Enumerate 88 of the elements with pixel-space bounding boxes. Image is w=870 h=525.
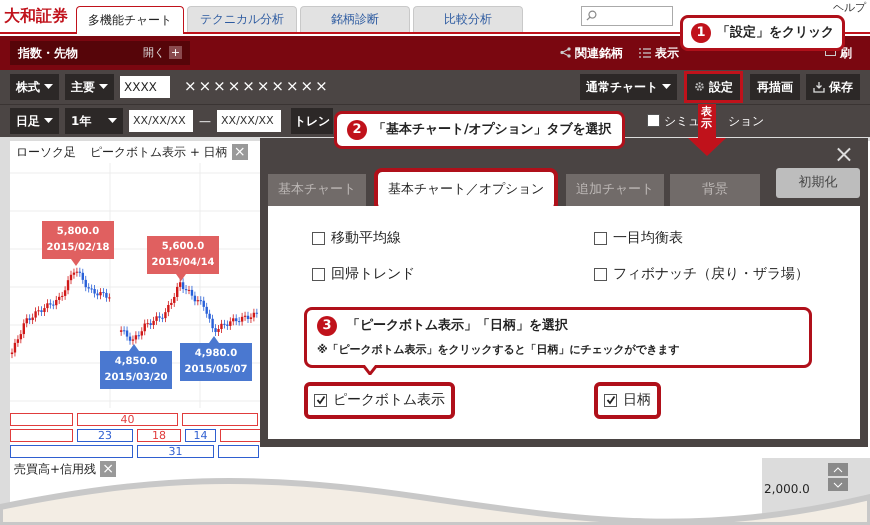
simulation-label: ション	[728, 112, 764, 130]
chevron-down-icon	[833, 482, 843, 488]
nav-link[interactable]: 表示	[655, 44, 679, 62]
start-date-field[interactable]: XX/XX/XX	[129, 110, 193, 132]
index-dropdown[interactable]: 主要	[65, 74, 114, 100]
option-label: 日柄	[623, 390, 651, 410]
caret-icon	[108, 118, 117, 124]
checkbox[interactable]	[647, 114, 660, 128]
index-futures-panel[interactable]: 指数・先物 開く +	[10, 40, 190, 65]
callout-note: ※「ピークボトム表示」をクリックすると「日柄」にチェックができます	[317, 342, 681, 358]
list-icon	[639, 48, 651, 58]
caret-icon	[662, 84, 671, 90]
bottom-label: 4,980.0 2015/05/07	[180, 343, 252, 382]
pointer-icon	[176, 274, 186, 282]
overlay-label: ピークボトム表示 + 日柄	[90, 144, 228, 162]
panel-label: 指数・先物	[18, 44, 78, 62]
pointer-icon	[129, 344, 139, 352]
help-link[interactable]: ヘルプ	[833, 1, 866, 14]
option-label: ピークボトム表示	[333, 390, 445, 410]
axis-value: 2,000.0	[764, 481, 810, 498]
checkbox[interactable]	[594, 232, 607, 245]
save-button[interactable]: 保存	[806, 74, 860, 100]
scroll-down-button[interactable]	[828, 478, 848, 492]
option-label: 移動平均線	[331, 229, 401, 248]
code-field[interactable]: XXXX	[120, 76, 170, 98]
step-number-icon: 2	[347, 120, 367, 140]
scroll-up-button[interactable]	[828, 463, 848, 476]
tab[interactable]: 銘柄診断	[300, 6, 410, 32]
search-icon	[586, 10, 597, 22]
peak-label: 5,600.0 2015/04/14	[147, 236, 219, 274]
bottom-label: 4,850.0 2015/03/20	[100, 351, 172, 390]
redraw-button[interactable]: 再描画	[750, 74, 800, 100]
search-field[interactable]	[581, 6, 673, 26]
arrow-label: 表示	[701, 106, 712, 130]
day-count-cell: 23	[77, 429, 133, 442]
date-separator: —	[199, 112, 211, 130]
checkbox[interactable]	[314, 394, 327, 406]
day-count-cell: 18	[137, 429, 181, 442]
step-number-icon: 1	[691, 23, 711, 43]
pointer-icon	[71, 259, 81, 266]
day-count-cell: 40	[77, 413, 178, 426]
checkbox[interactable]	[594, 268, 607, 281]
peak-label: 5,800.0 2015/02/18	[42, 221, 114, 260]
market-dropdown[interactable]: 株式	[10, 74, 59, 100]
day-count-cell: 14	[185, 429, 216, 442]
plus-icon: +	[169, 46, 182, 60]
option-label: 一目均衡表	[613, 229, 683, 248]
share-icon	[560, 47, 571, 58]
nav-link[interactable]: 関連銘柄	[575, 44, 623, 62]
caret-icon	[44, 118, 53, 124]
option-label: フィボナッチ（戻り・ザラ場）	[613, 265, 809, 284]
tab[interactable]: テクニカル分析	[187, 6, 297, 32]
callout-text: 「ピークボトム表示」「日柄」を選択	[347, 317, 568, 336]
highlighted-option[interactable]: ピークボトム表示	[304, 382, 455, 418]
close-button[interactable]: ×	[834, 142, 854, 166]
step-number-icon: 3	[317, 316, 337, 336]
pointer-icon	[209, 336, 219, 344]
checkbox[interactable]	[312, 232, 325, 245]
simulation-label: シミュ	[664, 112, 700, 130]
checkbox[interactable]	[604, 394, 617, 406]
option-label: 回帰トレンド	[331, 265, 415, 284]
caret-icon	[44, 84, 53, 90]
callout-text: 「設定」をクリック	[717, 24, 834, 42]
arrow-drawing	[688, 104, 726, 156]
tab[interactable]: 多機能チャート	[76, 6, 184, 34]
panel-title: 売買高+信用残	[14, 461, 96, 478]
tab[interactable]: 比較分析	[413, 6, 523, 32]
caret-icon	[99, 84, 108, 90]
checkbox[interactable]	[312, 268, 325, 281]
download-icon	[813, 80, 825, 93]
period-dropdown[interactable]: 日足	[10, 108, 59, 134]
nav-link[interactable]: 刷	[840, 44, 852, 62]
reset-button[interactable]: 初期化	[776, 168, 860, 198]
range-dropdown[interactable]: 1年	[65, 108, 123, 134]
day-count-cell: 31	[137, 445, 214, 458]
stock-name: ××××××××××	[184, 76, 330, 98]
logo: 大和証券	[3, 4, 69, 27]
end-date-field[interactable]: XX/XX/XX	[217, 110, 281, 132]
trend-button[interactable]: トレン	[291, 108, 333, 134]
callout-text: 「基本チャート/オプション」タブを選択	[373, 120, 612, 140]
gear-icon	[694, 81, 705, 92]
settings-button[interactable]: 設定	[687, 74, 740, 100]
chart-type-dropdown[interactable]: 通常チャート	[580, 74, 677, 100]
highlighted-option[interactable]: 日柄	[594, 382, 661, 418]
panel-toggle[interactable]: 開く	[143, 44, 165, 61]
chart-type-label: ローソク足	[16, 144, 76, 162]
tab[interactable]: 基本チャート／オプション	[378, 172, 554, 208]
chevron-up-icon	[833, 466, 843, 473]
